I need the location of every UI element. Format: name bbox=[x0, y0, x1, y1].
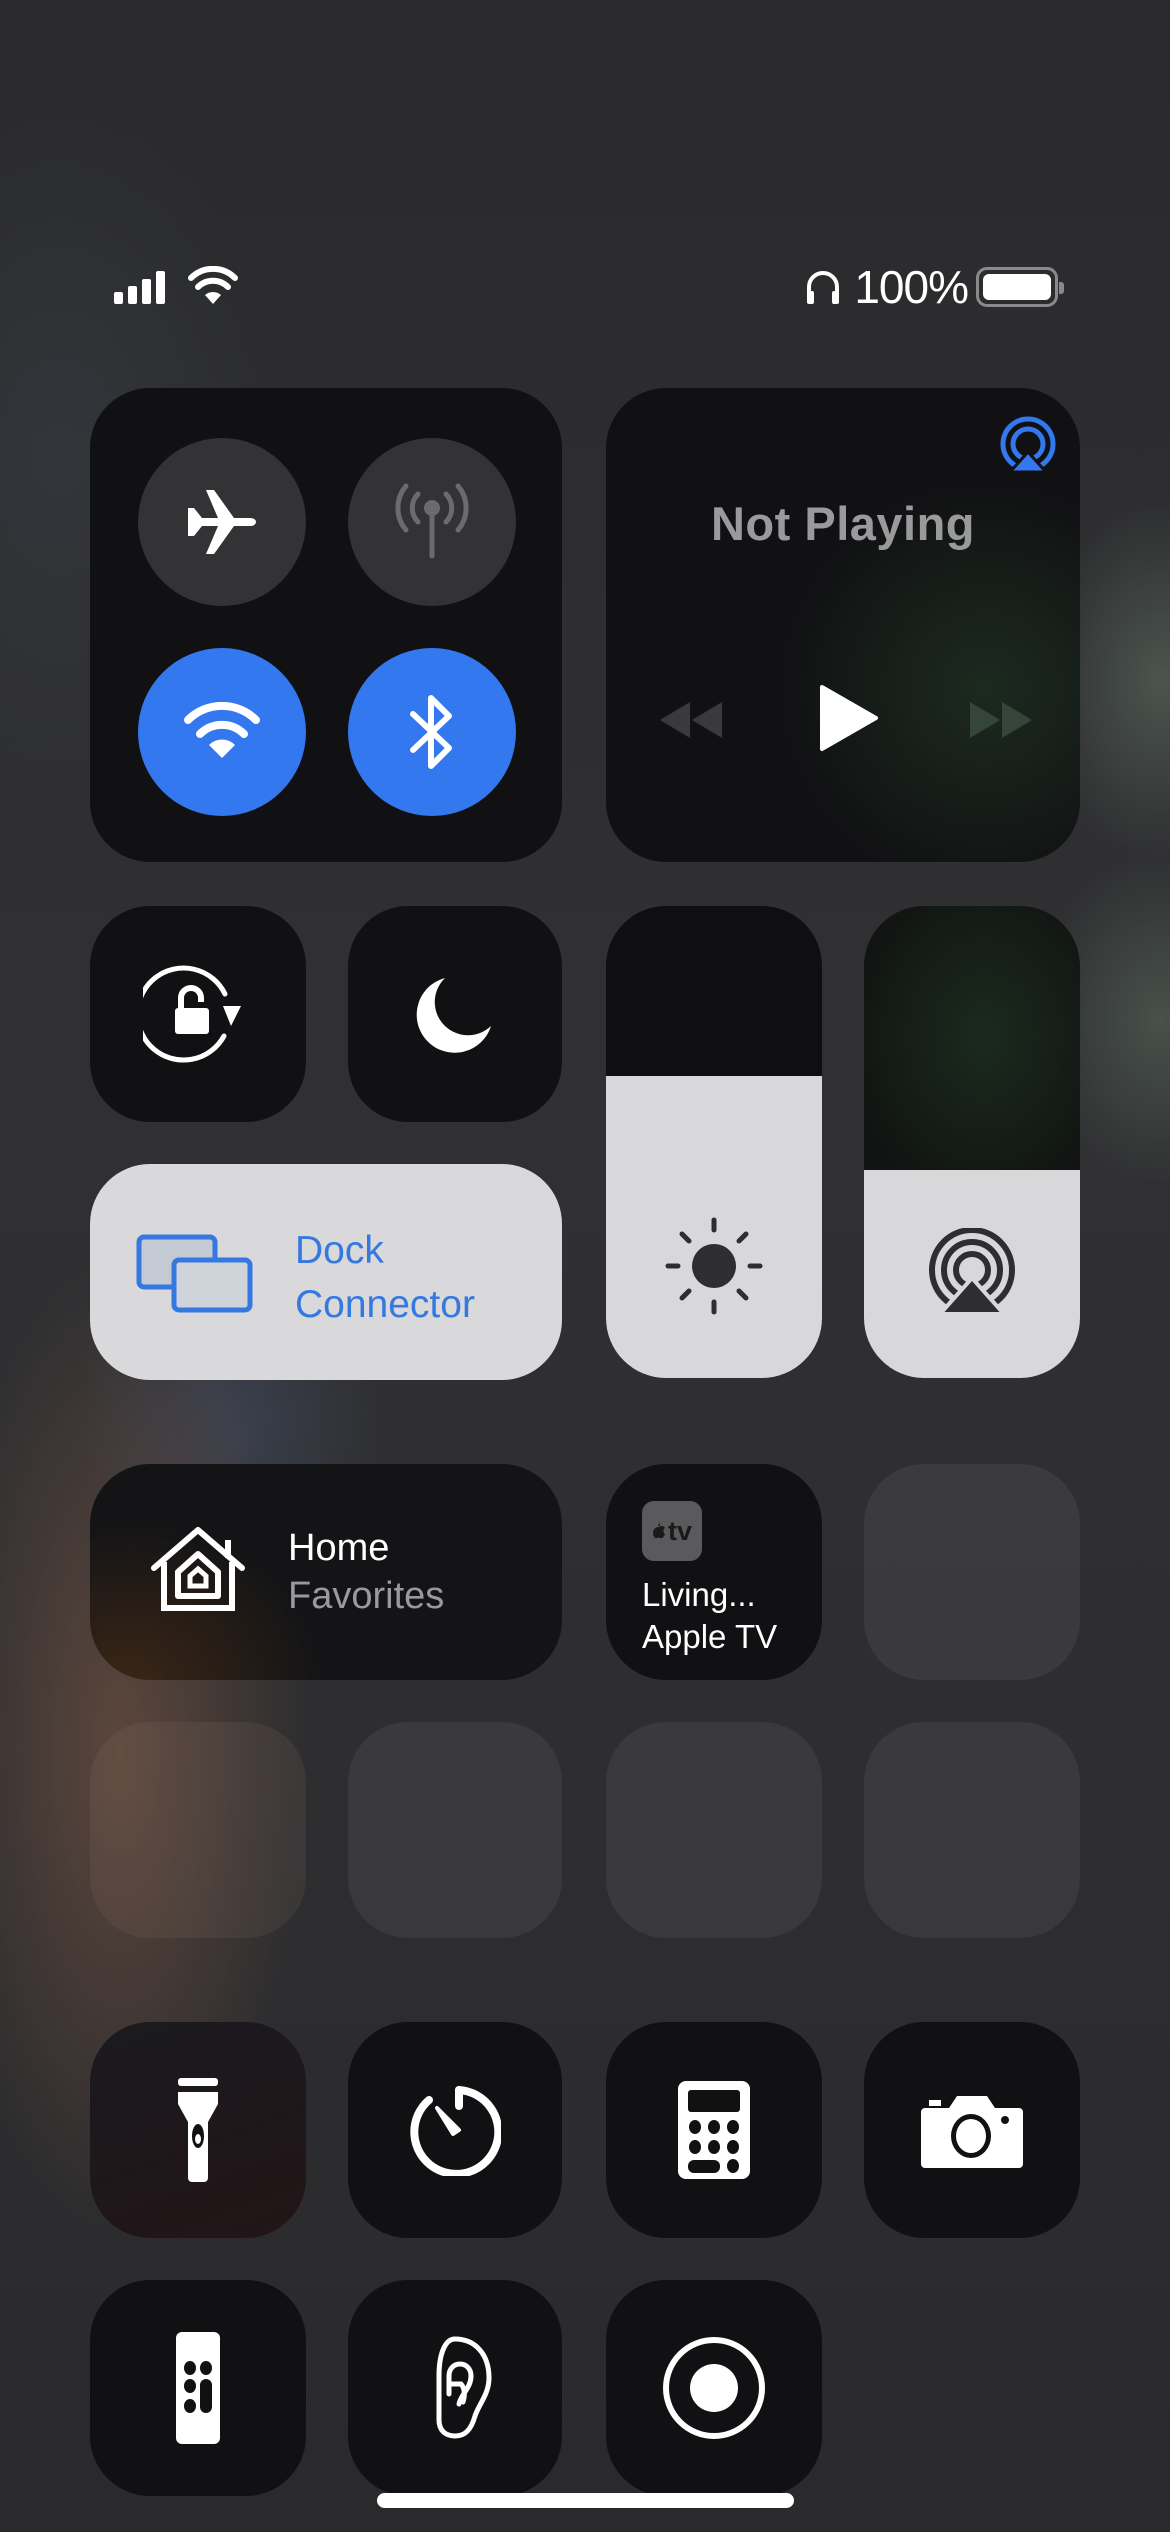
record-icon bbox=[663, 2337, 765, 2439]
orientation-lock-icon bbox=[143, 965, 241, 1063]
bluetooth-icon bbox=[410, 695, 452, 769]
calculator-icon bbox=[678, 2081, 750, 2179]
play-button[interactable] bbox=[816, 683, 880, 753]
home-icon bbox=[151, 1527, 245, 1611]
mirroring-target-line1: Dock bbox=[295, 1229, 384, 1272]
apple-tv-room: Living... bbox=[642, 1576, 756, 1613]
screen-recording-button[interactable] bbox=[606, 2280, 822, 2496]
status-bar: 100% bbox=[112, 261, 1064, 313]
remote-icon bbox=[176, 2332, 220, 2444]
headphones-icon bbox=[807, 271, 840, 304]
rewind-button[interactable] bbox=[656, 698, 726, 742]
do-not-disturb-toggle[interactable] bbox=[348, 906, 562, 1122]
airplane-mode-toggle[interactable] bbox=[138, 438, 306, 606]
screen-mirroring-button[interactable]: Dock Connector bbox=[90, 1164, 562, 1380]
wifi-icon bbox=[184, 702, 260, 758]
flashlight-icon bbox=[178, 2078, 218, 2182]
camera-button[interactable] bbox=[864, 2022, 1080, 2238]
apple-tv-device: Apple TV bbox=[642, 1618, 778, 1655]
apple-tv-button[interactable]: tv Living... Apple TV bbox=[606, 1464, 822, 1680]
empty-tile bbox=[90, 1722, 306, 1938]
moon-icon bbox=[416, 978, 491, 1053]
apple-tv-badge-text: tv bbox=[667, 1515, 692, 1546]
now-playing-module[interactable]: Not Playing bbox=[606, 388, 1080, 862]
timer-icon bbox=[410, 2086, 501, 2176]
antenna-icon bbox=[395, 483, 469, 559]
fast-forward-button[interactable] bbox=[966, 698, 1036, 742]
volume-slider[interactable] bbox=[864, 906, 1080, 1378]
screen-mirroring-icon bbox=[136, 1234, 253, 1313]
calculator-button[interactable] bbox=[606, 2022, 822, 2238]
now-playing-label: Not Playing bbox=[710, 497, 976, 550]
screen-mirroring-label: Dock Connector bbox=[295, 1224, 475, 1332]
empty-tile bbox=[348, 1722, 562, 1938]
hearing-button[interactable] bbox=[348, 2280, 562, 2496]
airplay-audio-icon bbox=[929, 1228, 1015, 1316]
airplane-icon bbox=[188, 490, 256, 554]
cellular-data-toggle[interactable] bbox=[348, 438, 516, 606]
home-favorites-button[interactable]: Home Favorites bbox=[90, 1464, 562, 1680]
home-title: Home bbox=[288, 1527, 390, 1569]
sun-icon bbox=[665, 1217, 763, 1315]
camera-icon bbox=[921, 2096, 1023, 2168]
apple-tv-remote-button[interactable] bbox=[90, 2280, 306, 2496]
battery-percentage: 100% bbox=[854, 261, 969, 313]
apple-tv-logo-icon: tv bbox=[642, 1501, 702, 1561]
connectivity-module bbox=[90, 388, 562, 862]
flashlight-button[interactable] bbox=[90, 2022, 306, 2238]
airplay-icon[interactable] bbox=[998, 416, 1058, 476]
wifi-toggle[interactable] bbox=[138, 648, 306, 816]
empty-tile bbox=[606, 1722, 822, 1938]
empty-tile bbox=[864, 1722, 1080, 1938]
ear-icon bbox=[436, 2336, 492, 2439]
brightness-slider[interactable] bbox=[606, 906, 822, 1378]
bluetooth-toggle[interactable] bbox=[348, 648, 516, 816]
home-indicator[interactable] bbox=[377, 2493, 794, 2508]
home-subtitle: Favorites bbox=[288, 1575, 445, 1617]
empty-tile bbox=[864, 1464, 1080, 1680]
battery-icon bbox=[976, 267, 1064, 307]
cellular-signal-icon bbox=[114, 270, 165, 304]
wifi-status-icon bbox=[188, 266, 238, 304]
orientation-lock-toggle[interactable] bbox=[90, 906, 306, 1122]
timer-button[interactable] bbox=[348, 2022, 562, 2238]
mirroring-target-line2: Connector bbox=[295, 1283, 475, 1326]
